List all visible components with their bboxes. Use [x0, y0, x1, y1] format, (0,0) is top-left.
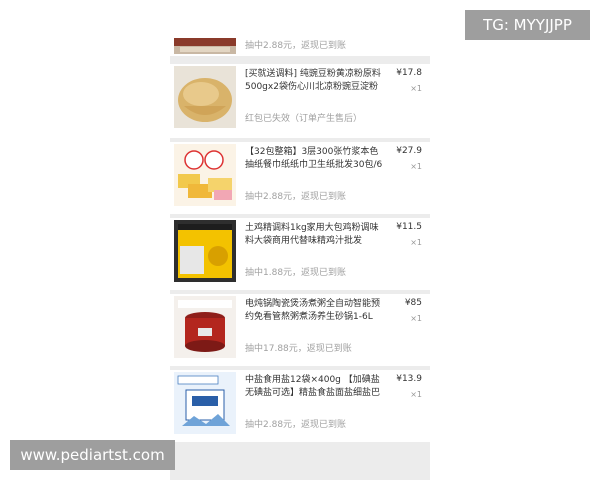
product-price: ¥85 — [404, 298, 422, 308]
product-quantity: ×1 — [410, 84, 422, 93]
watermark-telegram: TG: MYYJJPP — [465, 10, 590, 40]
product-price: ¥13.9 — [396, 374, 422, 384]
cashback-note: 抽中2.88元，返现已到账 — [245, 420, 347, 430]
order-item[interactable]: 中盐食用盐12袋×400g 【加碘盐无碘盐可选】精盐食盐面盐细盐巴 ¥13.9 … — [170, 370, 430, 442]
order-item[interactable]: [买就送调料] 纯豌豆粉黄凉粉原料500gx2袋伤心川北凉粉豌豆淀粉 ¥17.8… — [170, 64, 430, 138]
product-title: 土鸡精调料1kg家用大包鸡粉调味料大袋商用代替味精鸡汁批发 — [245, 223, 379, 246]
product-thumbnail — [174, 220, 236, 282]
product-title: 【32包整箱】3层300张竹浆本色抽纸餐巾纸纸巾卫生纸批发30包/6 — [245, 147, 383, 170]
product-quantity: ×1 — [410, 238, 422, 247]
cashback-note: 红包已失效（订单产生售后） — [245, 114, 363, 124]
product-price: ¥11.5 — [396, 222, 422, 232]
cashback-note: 抽中2.88元，返现已到账 — [245, 192, 347, 202]
product-quantity: ×1 — [410, 390, 422, 399]
cashback-note: 抽中1.88元，返现已到账 — [245, 268, 347, 278]
order-item[interactable]: 电炖锅陶瓷煲汤煮粥全自动智能预约免看管熬粥煮汤养生砂锅1-6L ¥85 ×1 抽… — [170, 294, 430, 366]
product-price: ¥17.8 — [396, 68, 422, 78]
cashback-note: 抽中17.88元，返现已到账 — [245, 344, 352, 354]
order-item[interactable]: 土鸡精调料1kg家用大包鸡粉调味料大袋商用代替味精鸡汁批发 ¥11.5 ×1 抽… — [170, 218, 430, 290]
product-thumbnail — [174, 296, 236, 358]
product-quantity: ×1 — [410, 162, 422, 171]
product-thumbnail — [174, 372, 236, 434]
product-thumbnail — [174, 144, 236, 206]
cashback-note: 抽中2.88元，返现已到账 — [245, 41, 347, 51]
product-title: [买就送调料] 纯豌豆粉黄凉粉原料500gx2袋伤心川北凉粉豌豆淀粉 — [245, 69, 381, 92]
product-quantity: ×1 — [410, 314, 422, 323]
order-item[interactable]: 抽中2.88元，返现已到账 — [170, 0, 430, 56]
product-thumbnail — [174, 66, 236, 128]
order-list: 抽中2.88元，返现已到账 [买就送调料] 纯豌豆粉黄凉粉原料500gx2袋伤心… — [170, 0, 430, 480]
product-title: 电炖锅陶瓷煲汤煮粥全自动智能预约免看管熬粥煮汤养生砂锅1-6L — [245, 299, 381, 322]
order-item[interactable]: 【32包整箱】3层300张竹浆本色抽纸餐巾纸纸巾卫生纸批发30包/6 ¥27.9… — [170, 142, 430, 214]
watermark-website: www.pediartst.com — [10, 440, 175, 470]
product-thumbnail — [174, 38, 236, 54]
product-title: 中盐食用盐12袋×400g 【加碘盐无碘盐可选】精盐食盐面盐细盐巴 — [245, 375, 381, 398]
product-price: ¥27.9 — [396, 146, 422, 156]
